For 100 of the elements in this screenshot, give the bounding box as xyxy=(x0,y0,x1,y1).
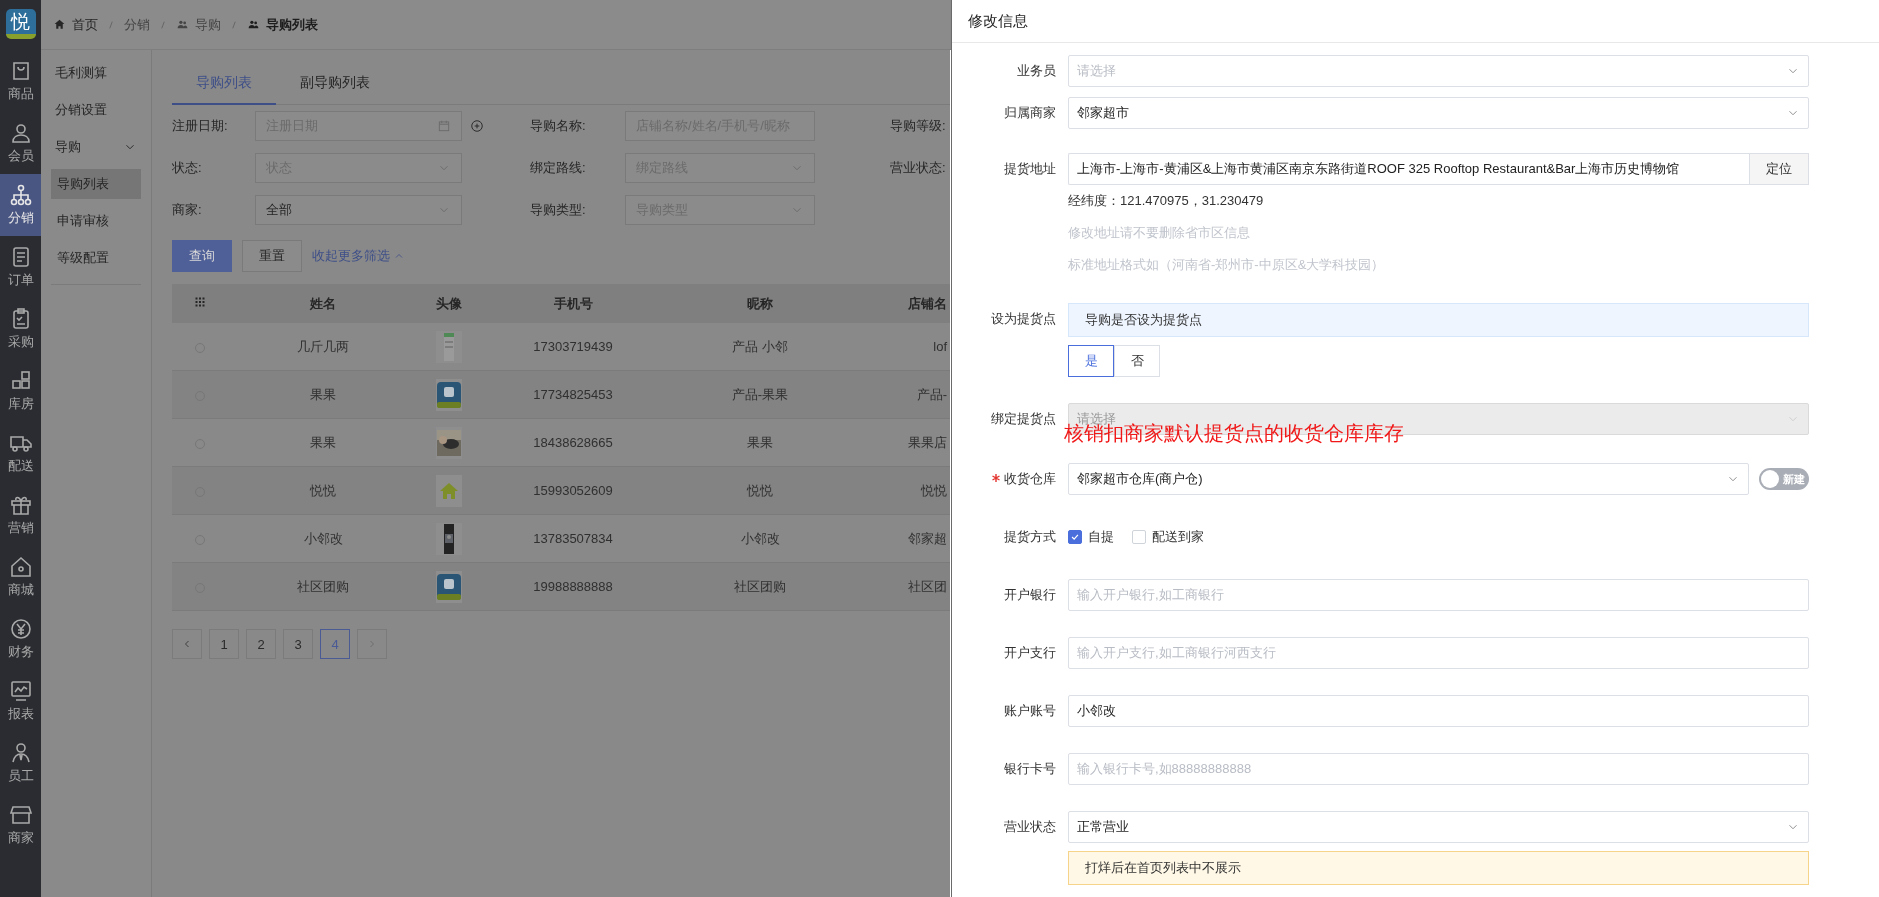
field-label: 账户账号 xyxy=(1003,703,1056,718)
checkbox[interactable] xyxy=(1068,530,1082,544)
table-cell: 产品- xyxy=(916,386,947,402)
input-field[interactable]: 小邻改 xyxy=(1068,695,1809,727)
search-button[interactable]: 查询 xyxy=(172,240,232,272)
column-header: 姓名 xyxy=(310,295,336,311)
breadcrumb-link[interactable]: 首页 xyxy=(72,15,98,34)
plus-circle-icon[interactable] xyxy=(470,119,484,133)
nav-item[interactable]: 员工 xyxy=(0,732,41,794)
field-label: 提货地址 xyxy=(1003,161,1056,176)
field-label: 开户支行 xyxy=(1003,645,1056,660)
submenu-item[interactable]: 分销设置 xyxy=(49,93,143,127)
filter-label: 导购名称: xyxy=(530,117,587,135)
check-icon xyxy=(1070,532,1080,542)
locate-button[interactable]: 定位 xyxy=(1749,153,1809,185)
column-header: 头像 xyxy=(436,295,462,311)
breadcrumb-link[interactable]: 分销 xyxy=(124,15,150,34)
table-cell: 小邻改 xyxy=(303,530,343,546)
filter-label: 绑定路线: xyxy=(530,159,587,177)
checkbox-label[interactable]: 配送到家 xyxy=(1152,528,1204,546)
column-header: 店铺名 xyxy=(908,295,947,311)
page-button[interactable]: 2 xyxy=(246,629,276,659)
filter-label: 营业状态: xyxy=(890,159,946,177)
home-icon xyxy=(53,18,66,31)
calendar-icon xyxy=(437,119,451,133)
grid-icon xyxy=(194,296,206,308)
house-icon xyxy=(8,555,33,579)
submenu-item[interactable]: 申请审核 xyxy=(51,206,141,236)
table-cell: 果果 xyxy=(310,434,336,450)
submenu-item[interactable]: 导购列表 xyxy=(51,169,141,199)
table-cell: lof xyxy=(933,339,947,354)
nav-item[interactable]: 商城 xyxy=(0,546,41,608)
collapse-link[interactable]: 收起更多筛选 xyxy=(312,247,405,265)
table-cell: 产品-果果 xyxy=(731,386,789,402)
field-label: 绑定提货点 xyxy=(990,411,1056,426)
hint-text: 标准地址格式如（河南省-郑州市-中原区&大学科技园） xyxy=(1068,256,1386,274)
field-label: 营业状态 xyxy=(1003,819,1056,834)
breadcrumb-link[interactable]: 导购 xyxy=(195,15,221,34)
select-field[interactable]: 正常营业 xyxy=(1068,811,1809,843)
info-alert: 导购是否设为提货点 xyxy=(1068,303,1809,337)
table-cell: 社区团购 xyxy=(297,578,349,594)
address-field[interactable]: 上海市-上海市-黄浦区&上海市黄浦区南京东路街道ROOF 325 Rooftop Restaurant&Bar上海市历史博物馆 xyxy=(1068,153,1749,185)
table-cell: 悦悦 xyxy=(921,482,947,498)
select-field[interactable]: 全部 xyxy=(255,195,462,225)
table-cell: 果果 xyxy=(310,386,336,402)
nav-item[interactable]: 商品 xyxy=(0,50,41,112)
table-cell: 果果 xyxy=(747,434,773,450)
option-button[interactable]: 否 xyxy=(1114,345,1160,377)
table-cell: 产品 小邻 xyxy=(732,338,788,354)
reset-button[interactable]: 重置 xyxy=(242,240,302,272)
submenu-item[interactable]: 毛利测算 xyxy=(49,56,143,90)
table-cell: 邻家超 xyxy=(908,530,947,546)
table-cell: 13783507834 xyxy=(533,531,613,546)
table-cell: 悦悦 xyxy=(310,482,336,498)
logo[interactable]: 悦 xyxy=(5,9,36,39)
field-label: 开户银行 xyxy=(1003,587,1056,602)
tab[interactable]: 副导购列表 xyxy=(276,62,394,105)
chart-icon xyxy=(8,679,33,703)
table-cell: 19988888888 xyxy=(533,579,613,594)
filter-label: 状态: xyxy=(172,159,203,177)
page-button[interactable]: 1 xyxy=(209,629,239,659)
field-label: 业务员 xyxy=(1016,63,1056,78)
users-icon xyxy=(176,18,189,31)
select-field[interactable]: 邻家超市 xyxy=(1068,97,1809,129)
page-button[interactable]: 3 xyxy=(283,629,313,659)
select-field[interactable]: 邻家超市仓库(商户仓) xyxy=(1068,463,1749,495)
tab[interactable]: 导购列表 xyxy=(172,62,276,105)
table-cell: 17734825453 xyxy=(533,387,613,402)
checkbox-label[interactable]: 自提 xyxy=(1088,528,1114,546)
nav-item[interactable]: 营销 xyxy=(0,484,41,546)
hint-text: 修改地址请不要删除省市区信息 xyxy=(1068,224,1251,242)
nav-item[interactable]: 财务 xyxy=(0,608,41,670)
nav-item[interactable]: 采购 xyxy=(0,298,41,360)
nav-item[interactable]: 会员 xyxy=(0,112,41,174)
yen-icon xyxy=(8,617,33,641)
field-label: 归属商家 xyxy=(1003,105,1056,120)
nav-item[interactable]: 商家 xyxy=(0,794,41,856)
table-cell: 17303719439 xyxy=(533,339,613,354)
nav-item[interactable]: 配送 xyxy=(0,422,41,484)
users-icon xyxy=(247,18,260,31)
filter-label: 商家: xyxy=(172,201,203,219)
filter-label: 导购类型: xyxy=(530,201,587,219)
nav-item[interactable]: 报表 xyxy=(0,670,41,732)
table-cell: 小邻改 xyxy=(740,530,780,546)
prev-page-button[interactable] xyxy=(172,629,202,659)
option-button[interactable]: 是 xyxy=(1068,345,1114,377)
table-cell: 果果店 xyxy=(908,434,947,450)
submenu-item[interactable]: 等级配置 xyxy=(51,243,141,273)
nav-item[interactable]: 分销 xyxy=(0,174,41,236)
nav-item[interactable]: 库房 xyxy=(0,360,41,422)
store-icon xyxy=(8,803,33,827)
coordinates-text: 经纬度：121.470975，31.230479 xyxy=(1068,192,1265,210)
filter-label: 注册日期: xyxy=(172,117,229,135)
menu-group[interactable]: 导购 xyxy=(49,130,143,164)
table-cell: 18438628665 xyxy=(533,435,613,450)
drawer-title: 修改信息 xyxy=(952,0,1879,43)
network-icon xyxy=(8,183,33,207)
nav-item[interactable]: 订单 xyxy=(0,236,41,298)
breadcrumb-current: 导购列表 xyxy=(266,15,318,34)
table-cell: 悦悦 xyxy=(747,482,773,498)
